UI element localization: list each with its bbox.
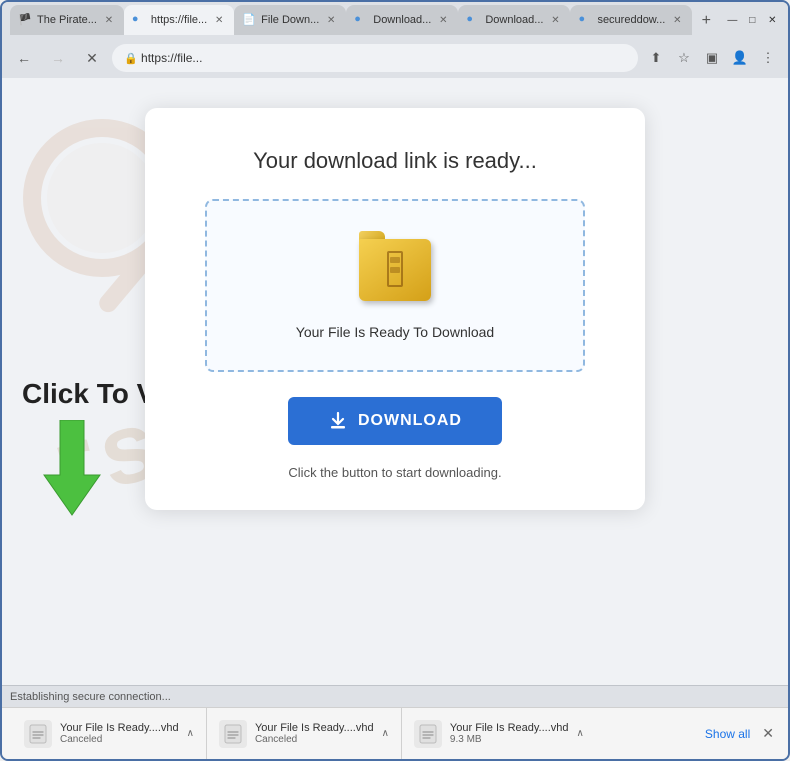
- dl-file-icon-3: [414, 720, 442, 748]
- tab-favicon-file: ●: [132, 13, 146, 27]
- lock-icon: 🔒: [124, 52, 138, 65]
- tab-close-download1[interactable]: ✕: [436, 13, 450, 27]
- close-button[interactable]: ✕: [764, 12, 780, 28]
- card-title: Your download link is ready...: [253, 148, 537, 174]
- downloads-bar: Your File Is Ready....vhd Canceled ∧ You…: [2, 707, 788, 759]
- dl-info-2: Your File Is Ready....vhd Canceled: [255, 722, 374, 745]
- click-hint: Click the button to start downloading.: [288, 465, 501, 480]
- download-item-1: Your File Is Ready....vhd Canceled ∧: [12, 708, 207, 759]
- bookmark-icon[interactable]: ☆: [672, 46, 696, 70]
- dl-filename-2: Your File Is Ready....vhd: [255, 722, 374, 734]
- profile-icon[interactable]: 👤: [728, 46, 752, 70]
- minimize-button[interactable]: —: [724, 12, 740, 28]
- window-controls: — □ ✕: [724, 12, 780, 28]
- dl-file-icon-2: [219, 720, 247, 748]
- download-icon: [328, 411, 348, 431]
- menu-icon[interactable]: ⋮: [756, 46, 780, 70]
- tab-close-file[interactable]: ✕: [212, 13, 226, 27]
- new-tab-button[interactable]: +: [692, 7, 720, 35]
- tab-label-pirate: The Pirate...: [37, 14, 97, 26]
- tab-label-secured: secureddow...: [597, 14, 665, 26]
- tab-favicon-download2: ●: [466, 13, 480, 27]
- tab-close-filedown[interactable]: ✕: [324, 13, 338, 27]
- tab-favicon-pirate: 🏴: [18, 13, 32, 27]
- forward-button[interactable]: →: [44, 44, 72, 72]
- address-icons: ⬆ ☆ ▣ 👤 ⋮: [644, 46, 780, 70]
- tab-label-download2: Download...: [485, 14, 543, 26]
- tab-download2[interactable]: ● Download... ✕: [458, 5, 570, 35]
- dl-info-1: Your File Is Ready....vhd Canceled: [60, 722, 179, 745]
- dl-chevron-2[interactable]: ∧: [382, 728, 389, 739]
- maximize-button[interactable]: □: [744, 12, 760, 28]
- dl-chevron-1[interactable]: ∧: [187, 728, 194, 739]
- download-button[interactable]: DOWNLOAD: [288, 397, 502, 445]
- dl-status-2: Canceled: [255, 734, 374, 745]
- sidebar-icon[interactable]: ▣: [700, 46, 724, 70]
- address-bar: ← → ✕ 🔒 https://file... ⬆ ☆ ▣ 👤 ⋮: [2, 38, 788, 78]
- tab-file[interactable]: ● https://file... ✕: [124, 5, 234, 35]
- dl-chevron-3[interactable]: ∧: [577, 728, 584, 739]
- tab-favicon-filedown: 📄: [242, 13, 256, 27]
- share-icon[interactable]: ⬆: [644, 46, 668, 70]
- dl-file-icon-1: [24, 720, 52, 748]
- back-button[interactable]: ←: [10, 44, 38, 72]
- file-ready-text: Your File Is Ready To Download: [296, 324, 494, 340]
- status-bar: Establishing secure connection...: [2, 685, 788, 707]
- tab-favicon-secured: ●: [578, 13, 592, 27]
- tabs-row: 🏴 The Pirate... ✕ ● https://file... ✕ 📄 …: [10, 5, 720, 35]
- show-all-button[interactable]: Show all: [697, 727, 758, 741]
- tab-secured[interactable]: ● secureddow... ✕: [570, 5, 692, 35]
- tab-pirate[interactable]: 🏴 The Pirate... ✕: [10, 5, 124, 35]
- tab-label-filedown: File Down...: [261, 14, 319, 26]
- download-button-label: DOWNLOAD: [358, 412, 462, 430]
- tab-label-download1: Download...: [373, 14, 431, 26]
- dl-filename-1: Your File Is Ready....vhd: [60, 722, 179, 734]
- browser-window: 🏴 The Pirate... ✕ ● https://file... ✕ 📄 …: [0, 0, 790, 761]
- file-box: Your File Is Ready To Download: [205, 199, 585, 372]
- tab-close-download2[interactable]: ✕: [548, 13, 562, 27]
- close-downloads-button[interactable]: ✕: [758, 721, 778, 746]
- download-item-3: Your File Is Ready....vhd 9.3 MB ∧: [402, 708, 596, 759]
- title-bar: 🏴 The Pirate... ✕ ● https://file... ✕ 📄 …: [2, 2, 788, 38]
- page-content: rsk.com Your download link is ready...: [2, 78, 788, 685]
- dl-status-1: Canceled: [60, 734, 179, 745]
- tab-close-secured[interactable]: ✕: [670, 13, 684, 27]
- tab-close-pirate[interactable]: ✕: [102, 13, 116, 27]
- url-text: https://file...: [141, 51, 202, 65]
- reload-button[interactable]: ✕: [78, 44, 106, 72]
- dl-info-3: Your File Is Ready....vhd 9.3 MB: [450, 722, 569, 745]
- address-input[interactable]: 🔒 https://file...: [112, 44, 638, 72]
- dl-status-3: 9.3 MB: [450, 734, 569, 745]
- tab-label-file: https://file...: [151, 14, 207, 26]
- file-icon: [359, 231, 431, 309]
- tab-download1[interactable]: ● Download... ✕: [346, 5, 458, 35]
- dl-filename-3: Your File Is Ready....vhd: [450, 722, 569, 734]
- download-item-2: Your File Is Ready....vhd Canceled ∧: [207, 708, 402, 759]
- status-text: Establishing secure connection...: [10, 691, 171, 703]
- tab-favicon-download1: ●: [354, 13, 368, 27]
- main-card: Your download link is ready... Your File…: [145, 108, 645, 510]
- tab-filedown[interactable]: 📄 File Down... ✕: [234, 5, 346, 35]
